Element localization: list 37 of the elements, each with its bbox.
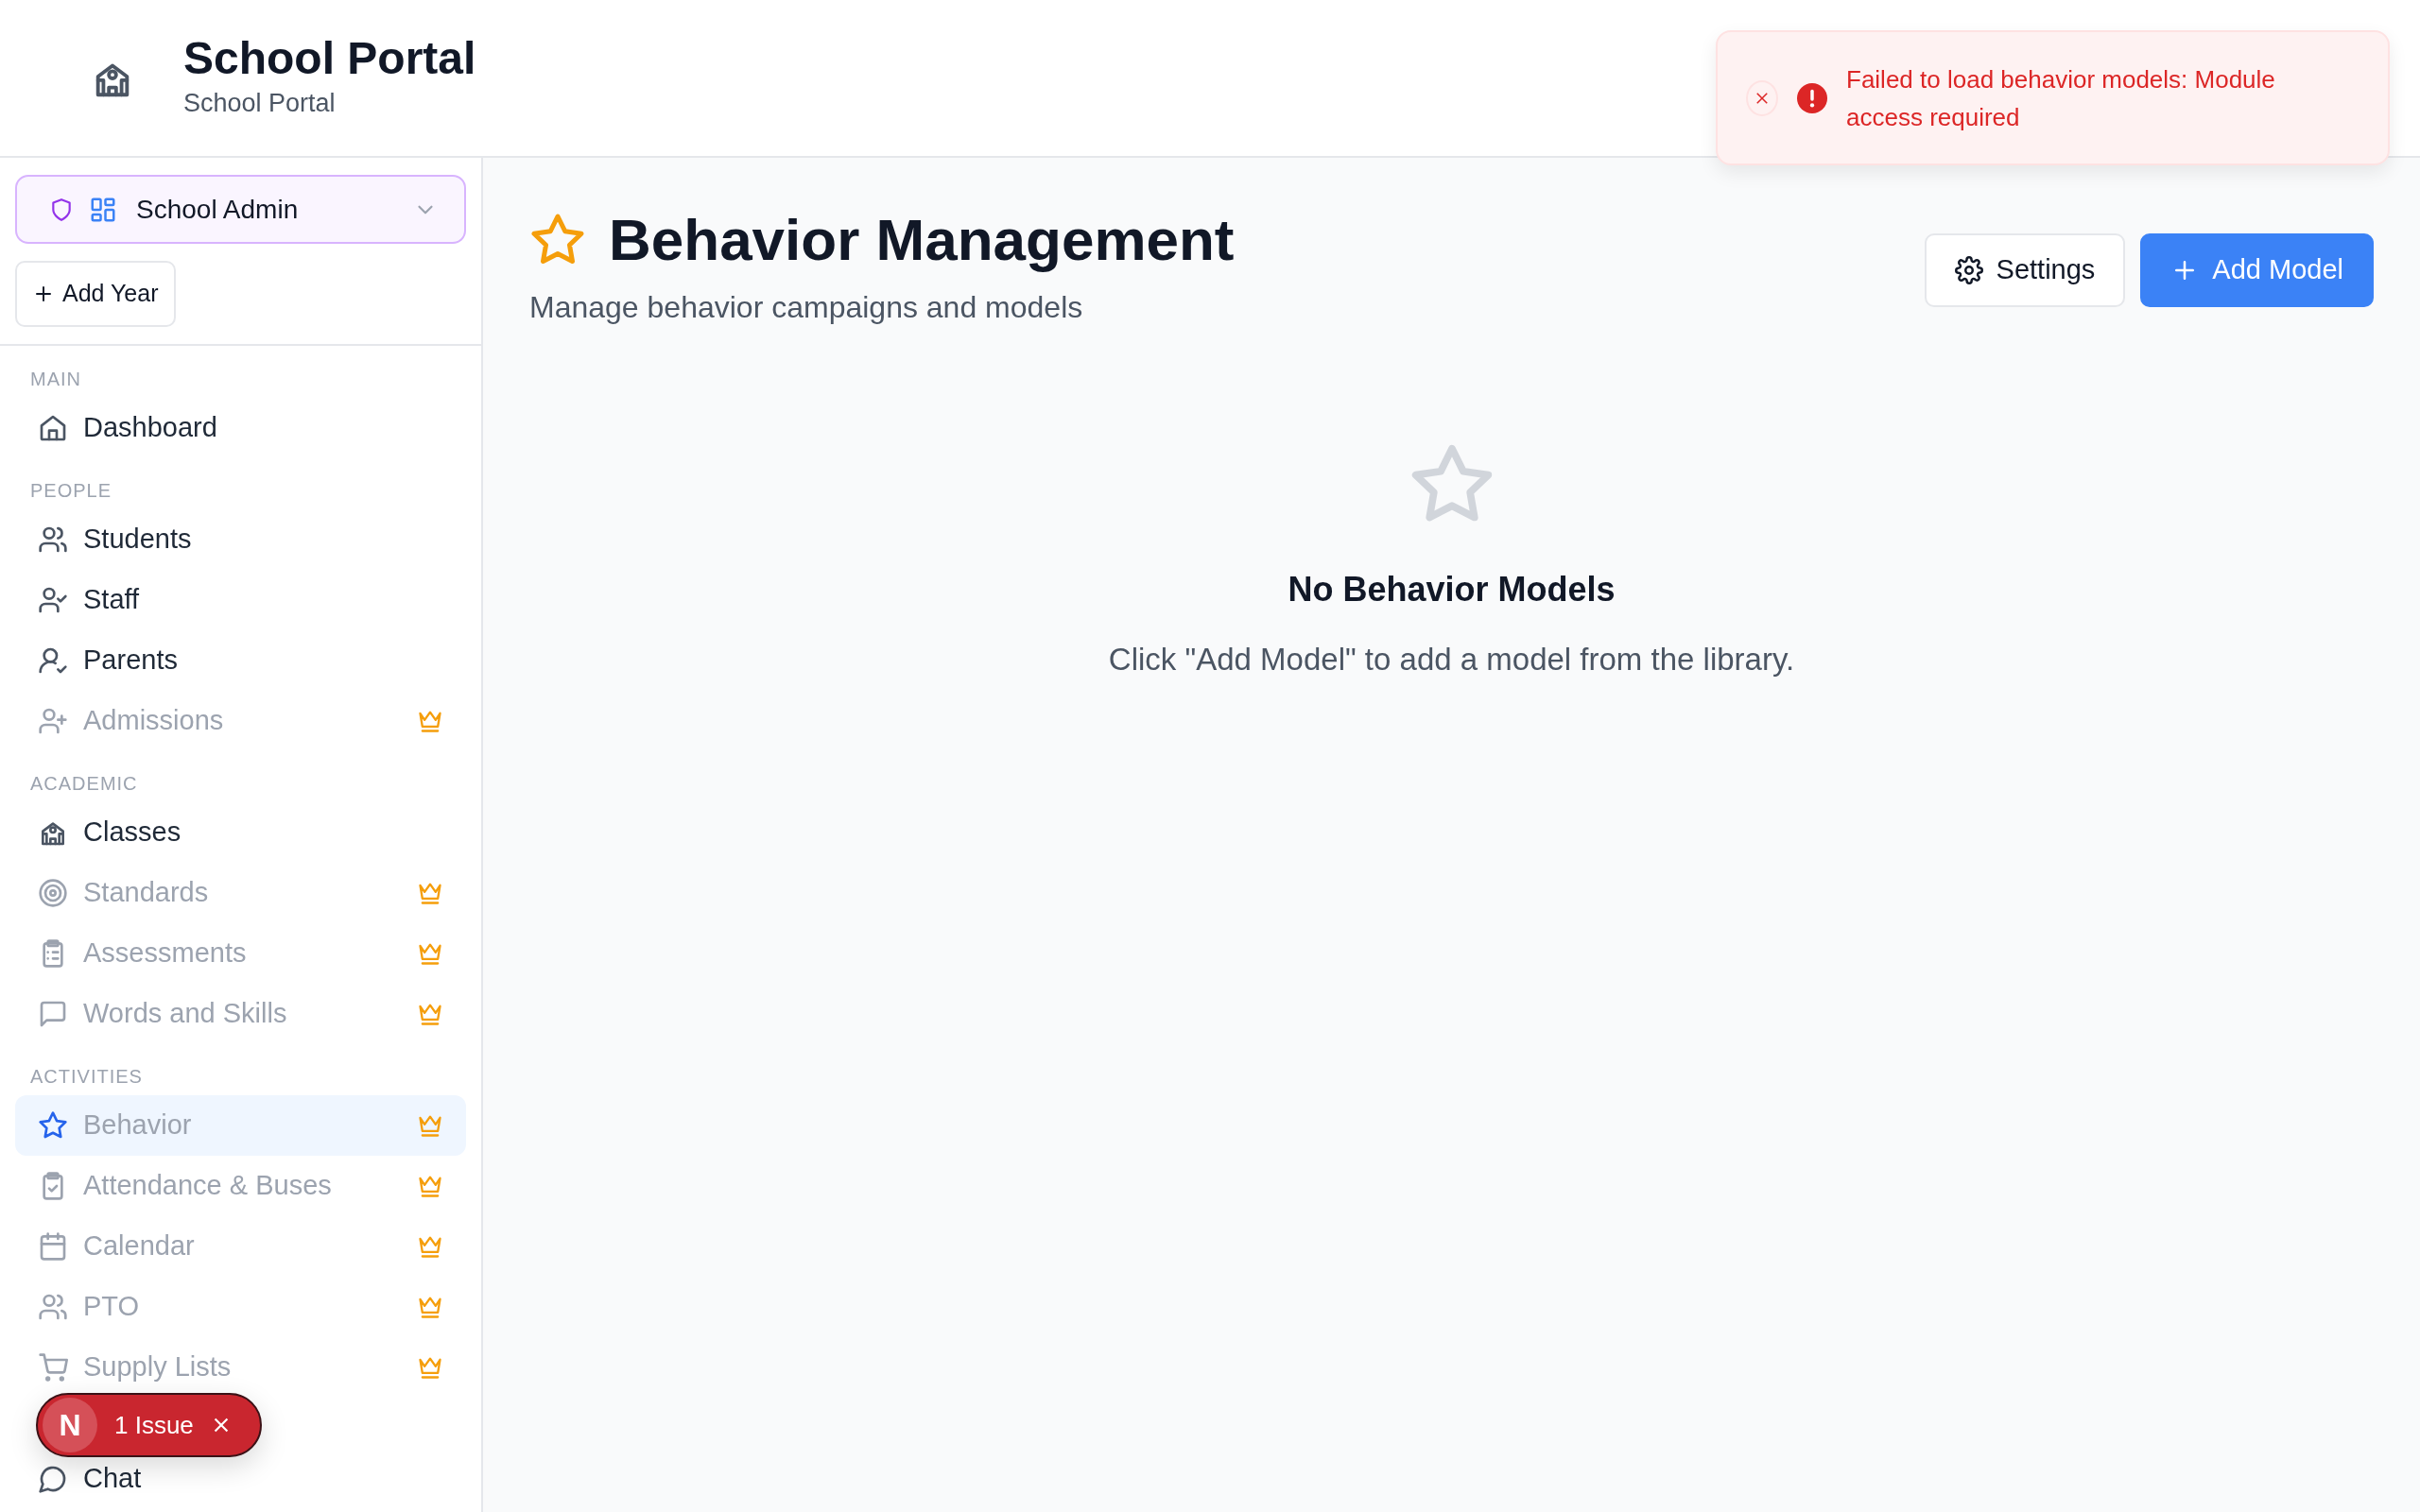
add-year-button[interactable]: Add Year [15,261,176,327]
empty-state-text: Click "Add Model" to add a model from the library. [1108,641,1795,679]
chat-bubble-icon [38,1464,68,1494]
section-label: ACTIVITIES [30,1065,144,1089]
page-title: Behavior Management [609,206,1235,274]
settings-button[interactable]: Settings [1924,233,2126,307]
calendar-icon [38,1231,68,1262]
house-icon [38,413,68,443]
section-label: ACADEMIC [30,772,139,796]
user-check-icon [38,585,68,615]
section-label: MAIN [30,368,82,391]
error-icon [1797,82,1827,113]
nav-item[interactable]: Classes [15,802,466,863]
app-subtitle: School Portal [183,87,337,119]
users-icon [38,524,68,555]
star-icon [38,1110,68,1141]
add-model-button[interactable]: Add Model [2140,233,2374,307]
error-message: Failed to load behavior models: Module access required [1846,63,2276,133]
message-icon [38,999,68,1029]
empty-state-title: No Behavior Models [1288,569,1616,611]
user-plus-icon [38,706,68,736]
issue-toast[interactable]: N 1 Issue [36,1393,262,1457]
nav-item[interactable]: Parents [15,630,466,691]
app-title: School Portal [183,33,476,84]
nav-item[interactable]: Staff [15,570,466,630]
shield-icon [49,197,74,222]
target-icon [38,878,68,908]
nav-item[interactable]: Students [15,509,466,570]
cart-icon [38,1352,68,1383]
page-subtitle: Manage behavior campaigns and models [529,289,1084,327]
section-label: PEOPLE [30,479,113,503]
user-check-icon [38,645,68,676]
gear-icon [1954,256,1983,284]
users-icon [38,1292,68,1322]
role-selector[interactable]: School Admin [15,175,466,244]
nav-item[interactable]: Dashboard [15,398,466,458]
close-button[interactable] [1746,79,1778,116]
